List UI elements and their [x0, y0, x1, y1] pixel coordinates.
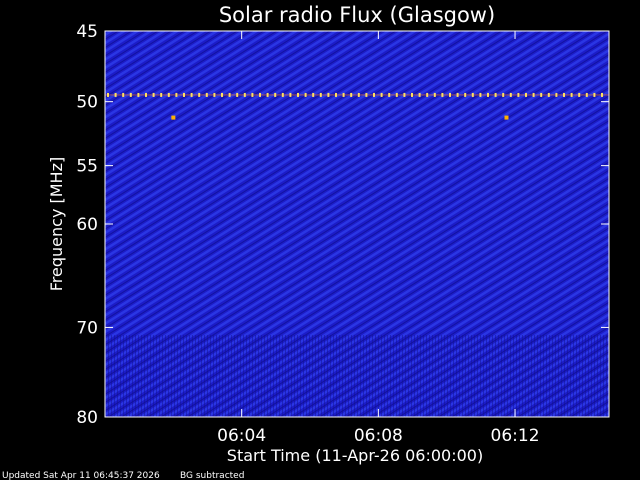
interference-dot	[251, 92, 254, 97]
interference-dot	[601, 92, 603, 97]
interference-dot	[570, 92, 573, 97]
interference-dot	[411, 92, 413, 97]
interference-dot	[532, 92, 535, 97]
interference-dot	[555, 92, 558, 97]
interference-dot	[160, 92, 163, 97]
interference-dot	[593, 92, 596, 97]
interference-dot	[190, 92, 193, 97]
interference-dot	[517, 92, 520, 97]
interference-dot	[509, 92, 512, 97]
interference-dot	[456, 92, 459, 97]
interference-dot	[403, 92, 406, 97]
x-tick-label: 06:12	[491, 426, 540, 446]
interference-dot	[167, 92, 170, 97]
y-axis-title: Frequency [MHz]	[47, 157, 66, 291]
interference-dot	[547, 92, 550, 97]
interference-dot	[380, 92, 383, 97]
interference-dot	[418, 92, 421, 97]
interference-dot	[175, 92, 178, 97]
interference-dot	[464, 92, 467, 97]
interference-dot	[502, 92, 505, 97]
interference-dot	[426, 92, 429, 97]
emission-spot	[504, 115, 509, 120]
footer-updated: Updated Sat Apr 11 06:45:37 2026	[2, 471, 160, 480]
interference-dot	[578, 92, 581, 97]
y-tick-label: 60	[76, 215, 98, 235]
interference-dot	[259, 92, 261, 97]
y-tick-label: 55	[76, 157, 98, 177]
interference-dot	[335, 92, 337, 97]
interference-dot	[243, 92, 246, 97]
y-tick-label: 45	[76, 22, 98, 42]
interference-dot	[350, 92, 353, 97]
interference-dot	[145, 92, 147, 97]
interference-dot	[114, 92, 117, 97]
interference-dot	[388, 92, 391, 97]
interference-dot	[540, 92, 543, 97]
interference-dot	[433, 92, 436, 97]
interference-dot	[266, 92, 269, 97]
x-tick-label: 06:08	[354, 426, 403, 446]
interference-dot	[449, 92, 451, 97]
interference-dot	[137, 92, 140, 97]
y-tick-label: 80	[76, 408, 98, 428]
interference-dot	[479, 92, 482, 97]
interference-dot	[152, 92, 155, 97]
interference-dot	[585, 92, 588, 97]
interference-dot	[183, 92, 185, 97]
spectrogram-lower-texture	[105, 335, 609, 417]
interference-dot	[228, 92, 231, 97]
spectrogram-area	[105, 31, 609, 417]
spectrogram-chart: Solar radio Flux (Glasgow) 455055607080 …	[2, 3, 610, 480]
interference-dot	[327, 92, 330, 97]
interference-dot	[563, 92, 565, 97]
emission-spot	[171, 115, 176, 120]
interference-dot	[297, 92, 299, 97]
interference-dot	[281, 92, 284, 97]
y-tick-label: 70	[76, 318, 98, 338]
interference-dot	[395, 92, 398, 97]
x-tick-label: 06:04	[217, 426, 266, 446]
interference-dot	[129, 92, 132, 97]
interference-dot	[304, 92, 307, 97]
interference-dot	[487, 92, 489, 97]
interference-dot	[274, 92, 277, 97]
interference-dot	[107, 92, 109, 97]
interference-dot	[319, 92, 322, 97]
interference-dot	[236, 92, 239, 97]
interference-dot	[525, 92, 527, 97]
interference-dot	[312, 92, 315, 97]
x-axis-title: Start Time (11-Apr-26 06:00:00)	[227, 446, 483, 465]
y-tick-label: 50	[76, 93, 98, 113]
chart-title: Solar radio Flux (Glasgow)	[219, 3, 495, 27]
interference-dot	[205, 92, 208, 97]
interference-dot	[471, 92, 474, 97]
interference-dot	[198, 92, 201, 97]
interference-dot	[289, 92, 292, 97]
interference-dot	[441, 92, 444, 97]
interference-dot	[365, 92, 368, 97]
interference-dot	[357, 92, 360, 97]
interference-dot	[342, 92, 345, 97]
interference-dot	[373, 92, 375, 97]
interference-dot	[122, 92, 125, 97]
interference-dot	[213, 92, 216, 97]
interference-dot	[494, 92, 497, 97]
footer-note: BG subtracted	[180, 471, 244, 480]
interference-dot	[221, 92, 223, 97]
